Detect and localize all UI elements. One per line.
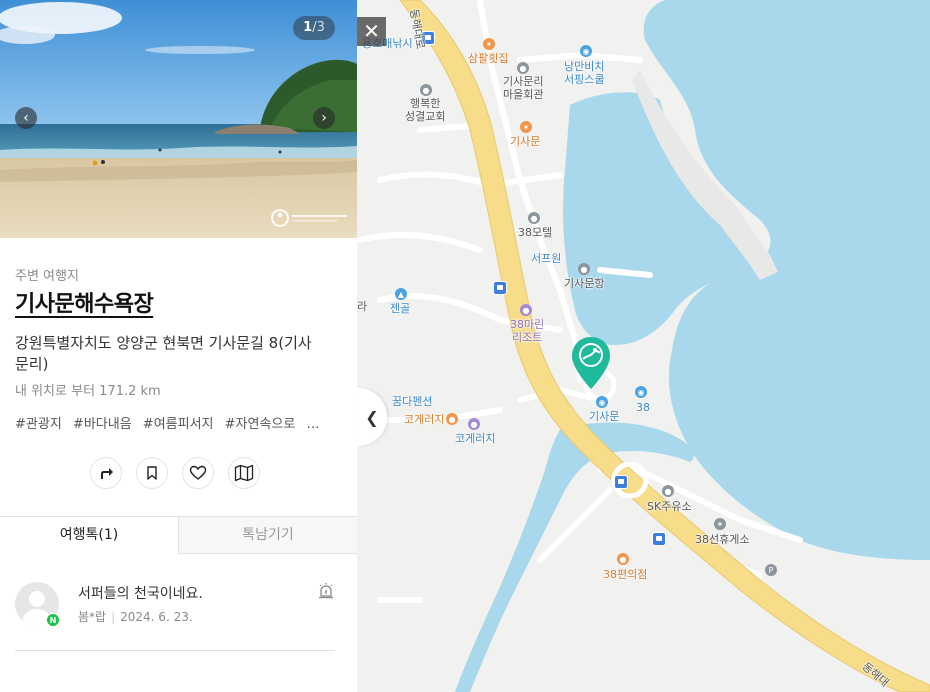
- place-detail-panel: 1/3 ‹ › 주변 여행지 기사문해수욕장 강원특별자치도 양양군 현북면 기…: [0, 0, 357, 692]
- beach-icon[interactable]: ◉: [596, 396, 608, 408]
- photo-next-button[interactable]: ›: [313, 107, 335, 129]
- map-label[interactable]: 38: [636, 401, 650, 414]
- place-address: 강원특별자치도 양양군 현북면 기사문길 8(기사문리): [15, 334, 312, 373]
- map-label[interactable]: 서프원: [531, 252, 561, 265]
- place-category: 주변 여행지: [15, 269, 79, 284]
- restaurant-icon[interactable]: ✶: [483, 38, 495, 50]
- photo-watermark: [270, 208, 350, 231]
- review-item: N 서퍼들의 천국이네요. 봄*랍 | 2024. 6. 23.: [0, 570, 357, 650]
- motel-icon[interactable]: ●: [528, 212, 540, 224]
- action-buttons: [90, 457, 260, 489]
- map-label[interactable]: 젠골: [390, 302, 410, 315]
- map-label[interactable]: 기사문항: [564, 277, 604, 290]
- map-label[interactable]: 기사문: [589, 410, 619, 423]
- naver-badge-icon: N: [46, 613, 60, 627]
- convenience-store-icon[interactable]: ●: [617, 553, 629, 565]
- map-label[interactable]: 38선휴게소: [695, 533, 749, 546]
- kto-logo-icon: [271, 209, 347, 227]
- map-label[interactable]: 코게러지: [455, 432, 495, 445]
- map-label[interactable]: SK주유소: [647, 500, 692, 513]
- rest-area-icon[interactable]: ✶: [714, 518, 726, 530]
- bookmark-button[interactable]: [136, 457, 168, 489]
- camping-icon[interactable]: ▲: [395, 288, 407, 300]
- parking-icon[interactable]: P: [765, 564, 777, 576]
- town-hall-icon[interactable]: ●: [517, 62, 529, 74]
- directions-button[interactable]: [90, 457, 122, 489]
- tag-more[interactable]: …: [306, 417, 319, 432]
- bus-stop-icon[interactable]: [614, 475, 628, 489]
- place-title[interactable]: 기사문해수욕장: [15, 286, 154, 318]
- tag-item[interactable]: #여름피서지: [143, 417, 214, 432]
- map-label[interactable]: 행복한 성결교회: [405, 97, 445, 123]
- surf-school-icon[interactable]: ◉: [580, 45, 592, 57]
- close-icon: ✕: [363, 19, 380, 43]
- lodging-icon[interactable]: ●: [468, 418, 480, 430]
- restaurant-icon[interactable]: ✶: [520, 121, 532, 133]
- tab-travel-talk[interactable]: 여행톡(1): [0, 517, 178, 554]
- port-icon[interactable]: ●: [578, 263, 590, 275]
- tag-item[interactable]: #바다내음: [73, 417, 132, 432]
- bus-stop-icon[interactable]: [652, 532, 666, 546]
- church-icon[interactable]: ●: [420, 84, 432, 96]
- photo-counter-total: /3: [312, 20, 325, 35]
- location-marker-icon[interactable]: [570, 335, 612, 391]
- chevron-left-icon: ‹: [23, 110, 29, 126]
- gas-station-icon[interactable]: ●: [662, 485, 674, 497]
- bus-stop-icon[interactable]: [493, 281, 507, 295]
- map-label[interactable]: 라: [357, 300, 367, 313]
- photo-counter: 1/3: [293, 16, 335, 40]
- like-button[interactable]: [182, 457, 214, 489]
- map-button[interactable]: [228, 457, 260, 489]
- photo-prev-button[interactable]: ‹: [15, 107, 37, 129]
- map-label[interactable]: 기사문: [510, 135, 540, 148]
- directions-arrow-icon: [101, 468, 113, 479]
- map-label[interactable]: 38모텔: [518, 226, 552, 239]
- chevron-right-icon: ›: [321, 110, 327, 126]
- review-author: 봄*랍: [78, 610, 107, 624]
- map-label[interactable]: 기사문리 마을회관: [503, 75, 543, 101]
- meta-separator: |: [111, 610, 116, 624]
- map-label[interactable]: 코게러지: [404, 413, 444, 426]
- review-text: 서퍼들의 천국이네요.: [78, 586, 203, 602]
- place-distance: 내 위치로 부터 171.2 km: [15, 384, 161, 399]
- tag-item[interactable]: #자연속으로: [225, 417, 296, 432]
- review-meta: 봄*랍 | 2024. 6. 23.: [78, 608, 193, 625]
- tag-item[interactable]: #관광지: [15, 417, 62, 432]
- map-label[interactable]: 38마린 리조트: [510, 318, 544, 344]
- beach-icon[interactable]: ◉: [635, 386, 647, 398]
- tab-write-talk[interactable]: 톡남기기: [178, 517, 357, 554]
- map-icon: [234, 464, 254, 482]
- river: [455, 422, 694, 692]
- divider: [15, 650, 335, 651]
- cafe-icon[interactable]: ●: [446, 413, 458, 425]
- map-label[interactable]: 38편의점: [603, 568, 647, 581]
- review-tabs: 여행톡(1) 톡남기기: [0, 516, 357, 554]
- place-photo[interactable]: 1/3 ‹ ›: [0, 0, 357, 238]
- review-date: 2024. 6. 23.: [120, 610, 193, 624]
- map-label[interactable]: 낭만비치 서핑스쿨: [564, 60, 604, 86]
- bookmark-icon: [147, 466, 157, 480]
- resort-icon[interactable]: ●: [520, 304, 532, 316]
- close-button[interactable]: ✕: [357, 17, 386, 46]
- photo-counter-current: 1: [303, 20, 313, 35]
- app-root: ✶ ◉ ● ● ✶ ● ● ▲ ● ● ● ◉ ◉ ● ✶ ● P 용호매낚시 …: [0, 0, 930, 692]
- chevron-left-icon: ❮: [365, 407, 379, 427]
- map-label[interactable]: 삼팔횟집: [468, 52, 508, 65]
- map-label[interactable]: 꿈다펜션: [392, 395, 432, 408]
- heart-icon: [189, 465, 207, 480]
- report-siren-icon[interactable]: [317, 582, 335, 600]
- tag-list: #관광지 #바다내음 #여름피서지 #자연속으로 …: [15, 413, 326, 432]
